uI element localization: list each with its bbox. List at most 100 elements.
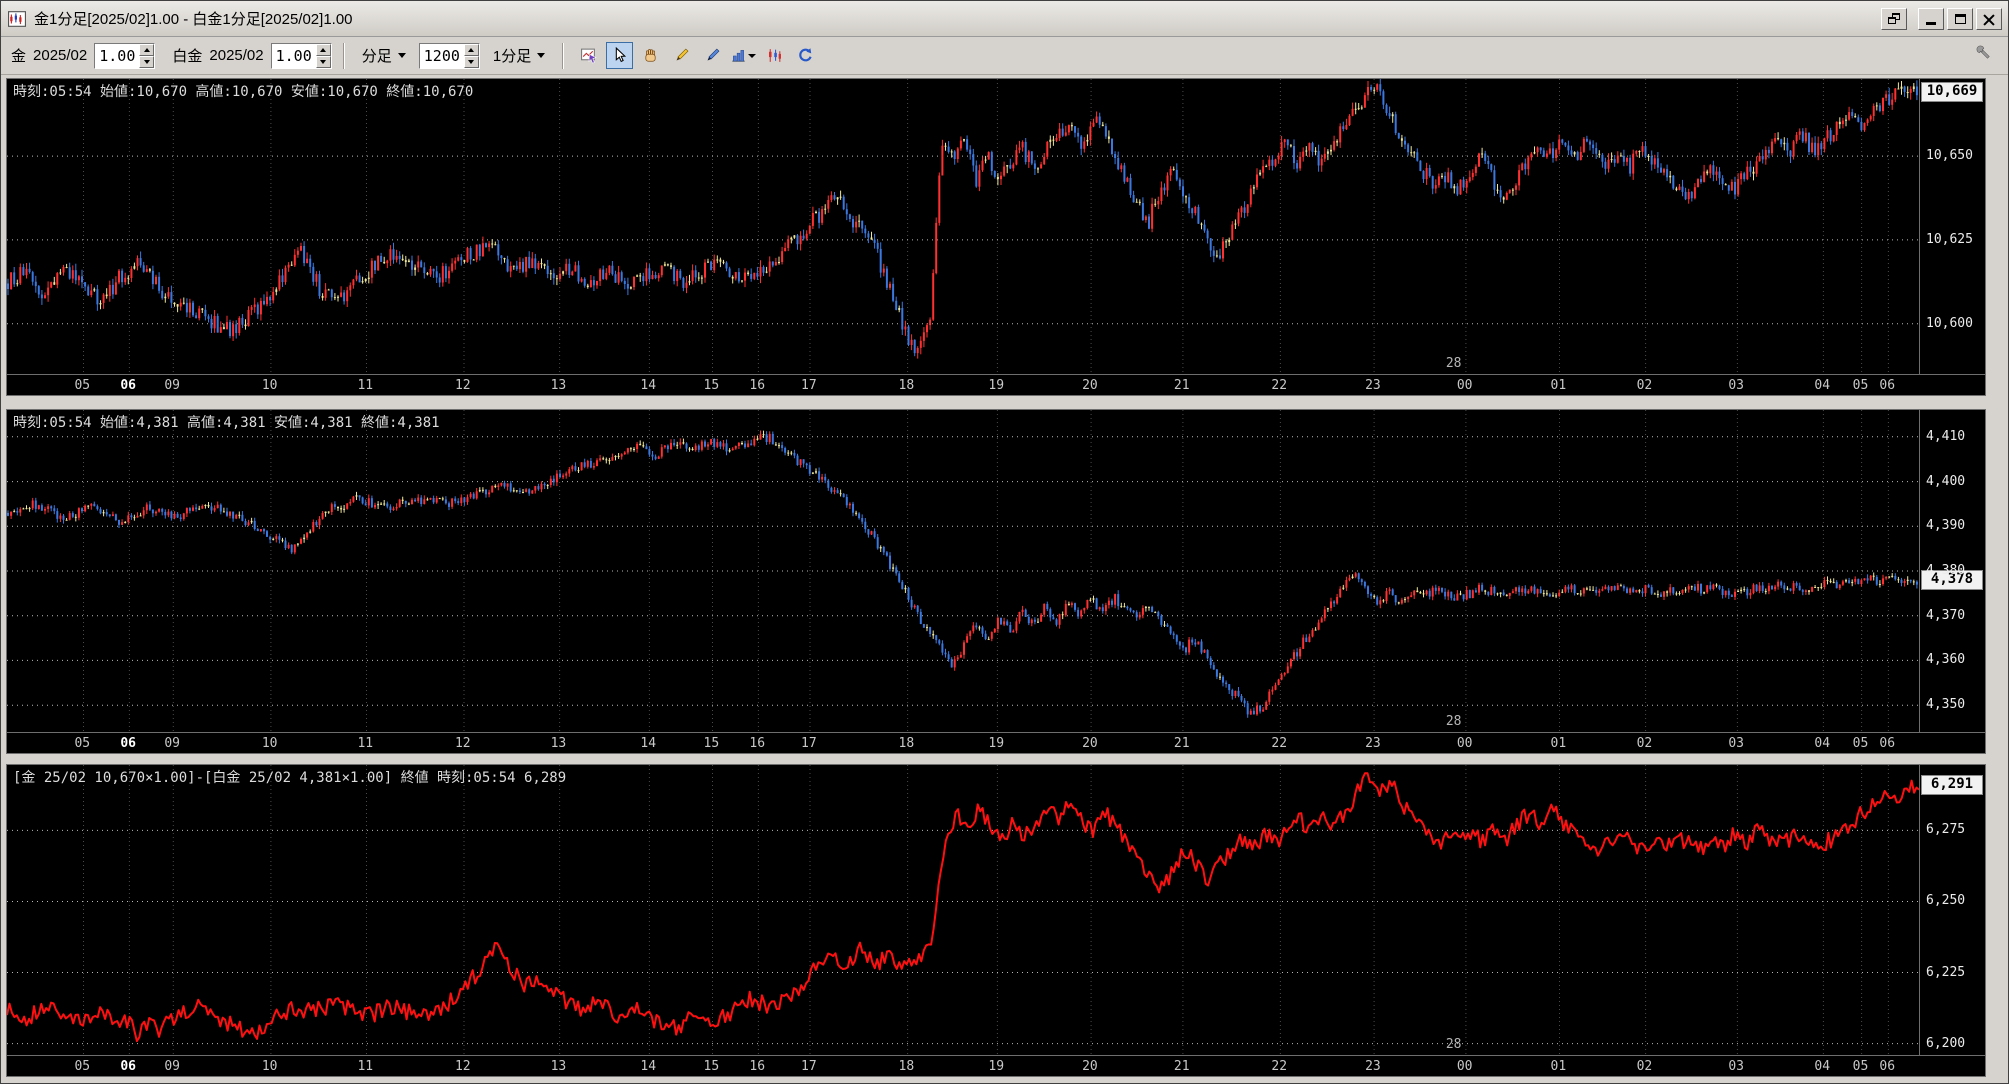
time-tick-label: 19: [988, 736, 1005, 751]
chart-cursor-tool[interactable]: [575, 42, 602, 69]
time-tick-label: 10: [261, 736, 278, 751]
chart-style-button[interactable]: [761, 42, 788, 69]
time-tick-label: 14: [640, 736, 657, 751]
close-icon: [1983, 13, 1995, 25]
time-tick-label: 04: [1814, 378, 1831, 393]
spin-up-button[interactable]: [315, 43, 331, 56]
wrench-icon: [1975, 44, 1993, 67]
gold-label: 金: [11, 48, 27, 65]
gold-chart-panel[interactable]: 時刻:05:54 始値:10,670 高値:10,670 安値:10,670 終…: [6, 78, 1986, 396]
time-tick-label: 05: [1852, 1059, 1869, 1074]
time-tick-label: 18: [898, 378, 915, 393]
price-tick-label: 4,410: [1926, 428, 1966, 444]
price-tick-label: 4,390: [1926, 518, 1966, 534]
spin-down-button[interactable]: [315, 55, 331, 68]
chevron-down-icon: [748, 53, 757, 58]
time-tick-label: 23: [1365, 378, 1381, 393]
minimize-button[interactable]: [1918, 7, 1944, 30]
price-tick-label: 4,400: [1926, 473, 1966, 489]
date-label: 28: [1445, 714, 1462, 729]
indicator-menu-button[interactable]: [730, 42, 757, 69]
time-tick-label: 03: [1728, 1059, 1745, 1074]
spin-up-button[interactable]: [139, 43, 155, 56]
bar-count-spinner[interactable]: 1200: [418, 42, 480, 69]
platinum-plot[interactable]: 時刻:05:54 始値:4,381 高値:4,381 安値:4,381 終値:4…: [7, 410, 1919, 732]
time-tick-label: 16: [749, 1059, 766, 1074]
time-tick-label: 00: [1456, 1059, 1473, 1074]
time-tick-label: 05: [74, 378, 91, 393]
time-tick-label: 05: [1852, 378, 1869, 393]
time-tick-label: 17: [801, 378, 817, 393]
price-tick-label: 10,650: [1926, 148, 1973, 164]
gold-last-price-badge: 10,669: [1921, 82, 1983, 103]
platinum-time-axis: 05 06 09 10 11 12 13 14 15 16 17 18 19 20 21 22 23 00 01 02…: [7, 732, 1985, 753]
time-tick-label: 02: [1636, 378, 1653, 393]
time-tick-label: 03: [1728, 736, 1745, 751]
time-tick-label: 20: [1082, 378, 1098, 393]
time-tick-label: 05: [1852, 736, 1869, 751]
settings-button[interactable]: [1970, 42, 1998, 70]
platinum-label: 白金: [172, 48, 203, 65]
time-tick-label: 03: [1728, 378, 1745, 393]
time-tick-label: 06: [1879, 378, 1896, 393]
platinum-multiplier-value[interactable]: 1.00: [271, 43, 316, 68]
period-dropdown[interactable]: 1分足: [487, 41, 551, 70]
pen-tool[interactable]: [699, 42, 726, 69]
time-tick-label: 22: [1271, 378, 1288, 393]
price-tick-label: 6,275: [1926, 822, 1966, 838]
time-tick-label: 06: [1879, 1059, 1896, 1074]
time-tick-label: 05: [74, 1059, 91, 1074]
gold-contract-month[interactable]: 2025/02: [33, 47, 87, 64]
time-tick-label: 02: [1636, 736, 1653, 751]
time-tick-label: 02: [1636, 1059, 1653, 1074]
popout-window-button[interactable]: [1881, 7, 1907, 30]
time-tick-label: 16: [749, 378, 766, 393]
date-label: 28: [1445, 1037, 1462, 1052]
time-tick-label: 14: [640, 1059, 657, 1074]
time-tick-label: 20: [1082, 1059, 1098, 1074]
chart-area: 時刻:05:54 始値:10,670 高値:10,670 安値:10,670 終…: [1, 75, 2008, 1077]
pencil-tool[interactable]: [668, 42, 695, 69]
time-tick-label: 06: [120, 378, 137, 393]
time-tick-label: 01: [1550, 736, 1567, 751]
select-tool[interactable]: [606, 42, 634, 69]
time-tick-label: 12: [454, 736, 471, 751]
gold-plot[interactable]: 時刻:05:54 始値:10,670 高値:10,670 安値:10,670 終…: [7, 79, 1919, 374]
pan-tool[interactable]: [637, 42, 664, 69]
price-tick-label: 4,370: [1926, 607, 1966, 623]
gold-multiplier-value[interactable]: 1.00: [95, 43, 140, 68]
spin-up-button[interactable]: [463, 43, 479, 56]
minimize-icon: [1926, 22, 1936, 25]
time-tick-label: 06: [1879, 736, 1896, 751]
time-tick-label: 22: [1271, 1059, 1288, 1074]
spread-chart-panel[interactable]: [金 25/02 10,670×1.00]-[白金 25/02 4,381×1.…: [6, 764, 1986, 1077]
bar-type-dropdown[interactable]: 分足: [356, 41, 412, 70]
spin-down-button[interactable]: [139, 55, 155, 68]
time-tick-label: 11: [357, 736, 374, 751]
maximize-button[interactable]: [1947, 7, 1973, 30]
app-icon: [7, 10, 27, 28]
time-tick-label: 05: [74, 736, 91, 751]
time-tick-label: 06: [120, 736, 137, 751]
spread-plot[interactable]: [金 25/02 10,670×1.00]-[白金 25/02 4,381×1.…: [7, 765, 1919, 1055]
platinum-contract-month[interactable]: 2025/02: [209, 47, 263, 64]
time-tick-label: 19: [988, 1059, 1005, 1074]
close-button[interactable]: [1976, 7, 2002, 30]
app-window: 金1分足[2025/02]1.00 - 白金1分足[2025/02]1.00 金…: [0, 0, 2009, 1084]
spin-down-button[interactable]: [463, 55, 479, 68]
spread-time-axis: 05 06 09 10 11 12 13 14 15 16 17 18 19 20 21 22 23 00 01 02…: [7, 1055, 1985, 1076]
price-tick-label: 6,200: [1926, 1035, 1966, 1051]
gold-multiplier-spinner[interactable]: 1.00: [94, 42, 156, 69]
time-tick-label: 12: [454, 1059, 471, 1074]
platinum-multiplier-spinner[interactable]: 1.00: [270, 42, 332, 69]
spinner-buttons: [315, 43, 331, 68]
bar-type-value: 分足: [361, 48, 392, 65]
refresh-button[interactable]: [792, 42, 819, 69]
time-tick-label: 15: [703, 736, 720, 751]
bar-count-value[interactable]: 1200: [419, 43, 464, 68]
time-tick-label: 21: [1173, 378, 1190, 393]
platinum-chart-panel[interactable]: 時刻:05:54 始値:4,381 高値:4,381 安値:4,381 終値:4…: [6, 409, 1986, 754]
time-tick-label: 18: [898, 736, 915, 751]
chevron-down-icon: [537, 53, 546, 58]
platinum-price-axis: 4,378 4,410 4,400 4,390 4,380 4,370 4,360 4,35…: [1919, 410, 1985, 732]
